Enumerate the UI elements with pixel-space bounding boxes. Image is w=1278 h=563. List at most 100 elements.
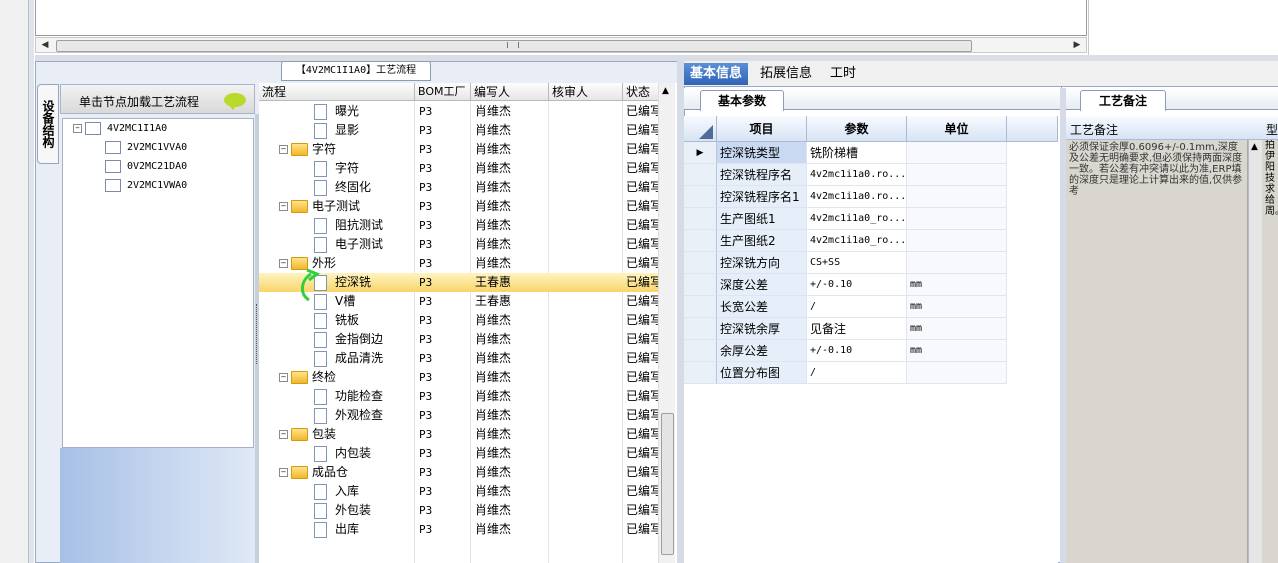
collapse-icon[interactable]: − — [279, 202, 288, 211]
process-vertical-scrollbar[interactable]: ▲ — [658, 83, 675, 563]
param-value-cell[interactable]: 见备注 — [807, 318, 907, 340]
col-header-reviewer[interactable]: 核审人 — [549, 83, 623, 101]
param-value-cell[interactable]: +/-0.10 — [807, 340, 907, 362]
table-row[interactable]: 铣板 P3 肖维杰 已编写 — [259, 311, 659, 330]
table-row[interactable]: 出库 P3 肖维杰 已编写 — [259, 520, 659, 539]
scroll-right-icon[interactable]: ▶ — [1070, 39, 1084, 51]
param-row[interactable]: 控深铣方向 CS+SS — [684, 252, 1058, 274]
factory-cell: P3 — [419, 238, 433, 251]
table-row[interactable]: − 包装 P3 肖维杰 已编写 — [259, 425, 659, 444]
reviewer-cell — [553, 520, 621, 539]
scroll-left-icon[interactable]: ◀ — [38, 39, 52, 51]
reviewer-cell — [553, 311, 621, 330]
table-row[interactable]: 显影 P3 肖维杰 已编写 — [259, 121, 659, 140]
remark-scrollbar[interactable]: ▲ — [1248, 140, 1262, 563]
col-header-factory[interactable]: BOM工厂 — [415, 83, 471, 101]
tab-process-remark[interactable]: 工艺备注 — [1080, 90, 1166, 111]
table-row[interactable]: 字符 P3 肖维杰 已编写 — [259, 159, 659, 178]
tab-extended-info[interactable]: 拓展信息 — [754, 63, 818, 85]
col-header-status[interactable]: 状态 — [623, 83, 659, 101]
remark-text-area[interactable]: 必须保证余厚0.6096+/-0.1mm,深度及公差无明确要求,但必须保持两面深… — [1066, 140, 1248, 563]
row-header[interactable] — [684, 208, 717, 230]
table-row[interactable]: 成品清洗 P3 肖维杰 已编写 — [259, 349, 659, 368]
table-row[interactable]: 终固化 P3 肖维杰 已编写 — [259, 178, 659, 197]
table-row[interactable]: 入库 P3 肖维杰 已编写 — [259, 482, 659, 501]
table-row[interactable]: 金指倒边 P3 肖维杰 已编写 — [259, 330, 659, 349]
collapse-icon[interactable]: − — [279, 373, 288, 382]
process-name-cell: − 包装 — [279, 425, 414, 444]
scrollbar-thumb[interactable] — [661, 413, 674, 555]
collapse-icon[interactable]: − — [73, 123, 82, 133]
param-value-cell[interactable]: / — [807, 362, 907, 384]
col-header-unit[interactable]: 单位 — [907, 116, 1007, 142]
col-header-value[interactable]: 参数 — [807, 116, 907, 142]
param-row[interactable]: 位置分布图 / — [684, 362, 1058, 384]
bom-node[interactable]: 2V2MC1VVA0 — [105, 139, 187, 157]
author-cell: 肖维杰 — [475, 142, 512, 156]
col-header-process[interactable]: 流程 — [259, 83, 415, 101]
table-row[interactable]: 曝光 P3 肖维杰 已编写 — [259, 102, 659, 121]
param-value-cell[interactable]: 4v2mc1i1a0_ro... — [807, 208, 907, 230]
table-row[interactable]: − 电子测试 P3 肖维杰 已编写 — [259, 197, 659, 216]
row-header[interactable] — [684, 318, 717, 340]
current-row-icon: ▶ — [696, 148, 704, 158]
row-header[interactable] — [684, 362, 717, 384]
table-row[interactable]: 外包装 P3 肖维杰 已编写 — [259, 501, 659, 520]
tab-work-hours[interactable]: 工时 — [824, 63, 862, 85]
collapse-icon[interactable]: − — [279, 430, 288, 439]
process-name: 外观检查 — [335, 408, 384, 422]
tab-basic-params[interactable]: 基本参数 — [700, 90, 784, 111]
tab-basic-info[interactable]: 基本信息 — [684, 63, 749, 85]
col-header-item[interactable]: 项目 — [717, 116, 807, 142]
param-value-cell[interactable]: +/-0.10 — [807, 274, 907, 296]
collapse-icon[interactable]: − — [279, 145, 288, 154]
table-row[interactable]: 阻抗测试 P3 肖维杰 已编写 — [259, 216, 659, 235]
table-row[interactable]: − 成品仓 P3 肖维杰 已编写 — [259, 463, 659, 482]
param-value-cell[interactable]: 铣阶梯槽 — [807, 142, 907, 164]
author-cell: 肖维杰 — [475, 503, 512, 517]
row-header[interactable] — [684, 340, 717, 362]
scrollbar-thumb[interactable] — [56, 40, 972, 52]
row-header[interactable] — [684, 164, 717, 186]
param-row[interactable]: 控深铣程序名 4v2mc1i1a0.ro... — [684, 164, 1058, 186]
param-row[interactable]: 生产图纸1 4v2mc1i1a0_ro... — [684, 208, 1058, 230]
param-row[interactable]: ▶ 控深铣类型 铣阶梯槽 — [684, 142, 1058, 164]
horizontal-scrollbar[interactable]: ◀ ▶ — [35, 37, 1087, 53]
collapse-icon[interactable]: − — [279, 259, 288, 268]
param-row[interactable]: 控深铣程序名1 4v2mc1i1a0.ro... — [684, 186, 1058, 208]
scroll-up-icon[interactable]: ▲ — [662, 86, 669, 96]
param-value-cell[interactable]: 4v2mc1i1a0.ro... — [807, 186, 907, 208]
top-right-area — [1088, 0, 1278, 55]
table-row[interactable]: 外观检查 P3 肖维杰 已编写 — [259, 406, 659, 425]
row-header[interactable] — [684, 274, 717, 296]
row-header[interactable] — [684, 252, 717, 274]
param-row[interactable]: 生产图纸2 4v2mc1i1a0_ro... — [684, 230, 1058, 252]
col-header-author[interactable]: 编写人 — [471, 83, 549, 101]
tab-bom-structure[interactable]: 设备结构 — [37, 84, 59, 164]
param-value-cell[interactable]: CS+SS — [807, 252, 907, 274]
table-row[interactable]: 内包装 P3 肖维杰 已编写 — [259, 444, 659, 463]
row-header[interactable] — [684, 186, 717, 208]
top-content-pane — [35, 0, 1087, 36]
param-value-cell[interactable]: 4v2mc1i1a0_ro... — [807, 230, 907, 252]
speech-bubble-icon[interactable] — [224, 93, 246, 110]
param-row[interactable]: 长宽公差 / mm — [684, 296, 1058, 318]
param-row[interactable]: 余厚公差 +/-0.10 mm — [684, 340, 1058, 362]
collapse-icon[interactable]: − — [279, 468, 288, 477]
row-header[interactable] — [684, 296, 717, 318]
bom-node-root[interactable]: − 4V2MC1I1A0 — [73, 120, 167, 138]
param-value-cell[interactable]: 4v2mc1i1a0.ro... — [807, 164, 907, 186]
row-header[interactable]: ▶ — [684, 142, 717, 164]
vertical-splitter[interactable] — [677, 61, 684, 563]
table-row[interactable]: 功能检查 P3 肖维杰 已编写 — [259, 387, 659, 406]
scroll-up-icon[interactable]: ▲ — [1251, 142, 1258, 152]
bom-node[interactable]: 2V2MC1VWA0 — [105, 177, 187, 195]
bom-node[interactable]: 0V2MC21DA0 — [105, 158, 187, 176]
table-row[interactable]: 电子测试 P3 肖维杰 已编写 — [259, 235, 659, 254]
param-row[interactable]: 深度公差 +/-0.10 mm — [684, 274, 1058, 296]
table-row[interactable]: − 终检 P3 肖维杰 已编写 — [259, 368, 659, 387]
param-row[interactable]: 控深铣余厚 见备注 mm — [684, 318, 1058, 340]
table-row[interactable]: − 字符 P3 肖维杰 已编写 — [259, 140, 659, 159]
param-value-cell[interactable]: / — [807, 296, 907, 318]
row-header[interactable] — [684, 230, 717, 252]
